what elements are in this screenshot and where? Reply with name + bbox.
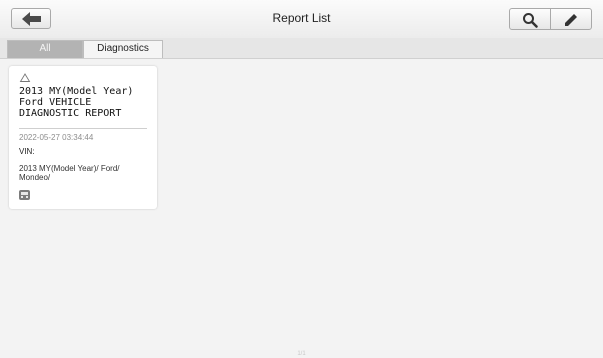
edit-button[interactable]	[550, 8, 592, 30]
tab-diagnostics[interactable]: Diagnostics	[83, 40, 163, 58]
page-indicator: 1/1	[297, 351, 306, 357]
tab-all[interactable]: All	[7, 40, 83, 58]
cloud-icon	[19, 73, 31, 82]
report-date: 2022-05-27 03:34:44	[19, 133, 94, 142]
top-bar: Report List	[0, 0, 603, 39]
report-card[interactable]: 2013 MY(Model Year) Ford VEHICLE DIAGNOS…	[9, 66, 157, 209]
vehicle-path: 2013 MY(Model Year)/ Ford/ Mondeo/	[19, 164, 120, 182]
search-icon	[523, 13, 538, 28]
tab-bar: All Diagnostics	[0, 38, 603, 59]
car-icon	[19, 190, 30, 200]
pencil-icon	[565, 14, 577, 26]
divider	[19, 128, 147, 129]
report-title: 2013 MY(Model Year) Ford VEHICLE DIAGNOS…	[19, 86, 134, 119]
vin-label: VIN:	[19, 147, 35, 156]
search-button[interactable]	[509, 8, 551, 30]
